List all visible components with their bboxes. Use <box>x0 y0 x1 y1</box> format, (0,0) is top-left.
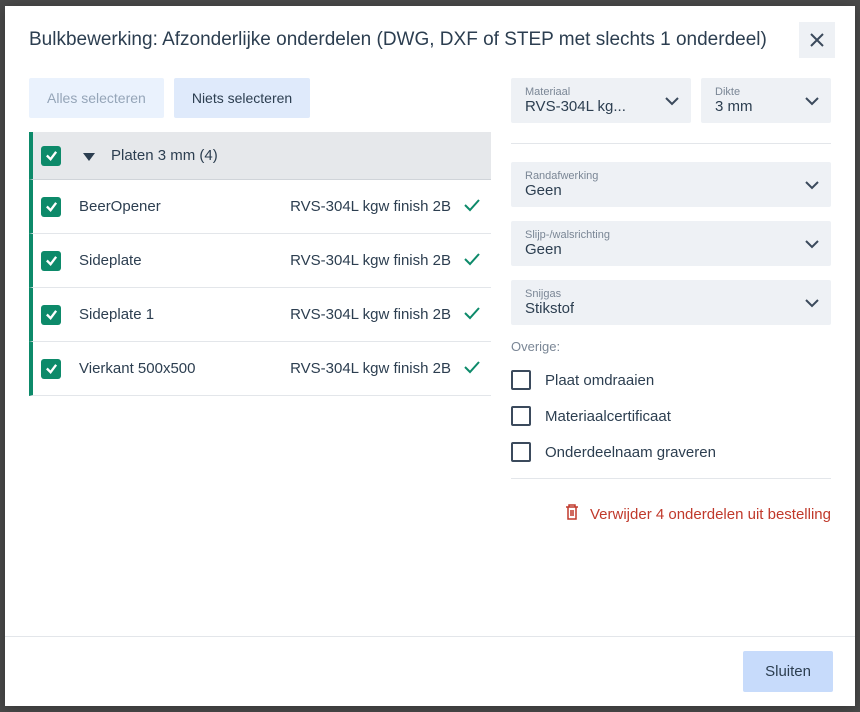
dialog-title: Bulkbewerking: Afzonderlijke onderdelen … <box>29 29 767 51</box>
checkmark-icon <box>45 149 58 162</box>
cutting-gas-select[interactable]: Snijgas Stikstof <box>511 280 831 325</box>
checkmark-icon <box>45 308 58 321</box>
material-cert-checkbox[interactable] <box>511 406 531 426</box>
part-material: RVS-304L kgw finish 2B <box>290 198 451 215</box>
delete-parts-button[interactable]: Verwijder 4 onderdelen uit bestelling <box>511 503 831 525</box>
select-none-button[interactable]: Niets selecteren <box>174 78 310 118</box>
group-checkbox[interactable] <box>41 146 61 166</box>
other-options-title: Overige: <box>511 339 831 354</box>
status-ok-icon <box>463 252 481 269</box>
chevron-down-icon <box>797 93 819 109</box>
material-value: RVS-304L kg... <box>525 98 626 115</box>
dialog-footer: Sluiten <box>5 636 855 706</box>
flip-plate-option[interactable]: Plaat omdraaien <box>511 370 831 390</box>
grind-value: Geen <box>525 241 610 258</box>
part-material: RVS-304L kgw finish 2B <box>290 306 451 323</box>
close-button[interactable]: Sluiten <box>743 651 833 692</box>
material-cert-option[interactable]: Materiaalcertificaat <box>511 406 831 426</box>
part-checkbox[interactable] <box>41 197 61 217</box>
caret-down-icon <box>83 153 95 161</box>
parts-column: Alles selecteren Niets selecteren Platen… <box>29 78 491 636</box>
thickness-value: 3 mm <box>715 98 753 115</box>
checkmark-icon <box>45 362 58 375</box>
edge-finish-select[interactable]: Randafwerking Geen <box>511 162 831 207</box>
part-checkbox[interactable] <box>41 305 61 325</box>
flip-plate-label: Plaat omdraaien <box>545 372 654 389</box>
status-ok-icon <box>463 306 481 323</box>
part-material: RVS-304L kgw finish 2B <box>290 360 451 377</box>
part-checkbox[interactable] <box>41 359 61 379</box>
close-icon <box>809 32 825 48</box>
gas-value: Stikstof <box>525 300 574 317</box>
part-name: Sideplate 1 <box>79 306 290 323</box>
thickness-select[interactable]: Dikte 3 mm <box>701 78 831 123</box>
close-icon-button[interactable] <box>799 22 835 58</box>
engrave-name-label: Onderdeelnaam graveren <box>545 444 716 461</box>
chevron-down-icon <box>805 177 819 193</box>
checkmark-icon <box>45 254 58 267</box>
grind-label: Slijp-/walsrichting <box>525 229 610 241</box>
chevron-down-icon <box>657 93 679 109</box>
select-all-button[interactable]: Alles selecteren <box>29 78 164 118</box>
status-ok-icon <box>463 198 481 215</box>
dialog-body: Alles selecteren Niets selecteren Platen… <box>5 78 855 636</box>
engrave-name-checkbox[interactable] <box>511 442 531 462</box>
group-header[interactable]: Platen 3 mm (4) <box>29 132 491 180</box>
part-name: BeerOpener <box>79 198 290 215</box>
chevron-down-icon <box>805 295 819 311</box>
engrave-name-option[interactable]: Onderdeelnaam graveren <box>511 442 831 462</box>
divider <box>511 478 831 479</box>
material-thickness-row: Materiaal RVS-304L kg... Dikte 3 mm <box>511 78 831 123</box>
part-row[interactable]: Sideplate 1 RVS-304L kgw finish 2B <box>29 288 491 342</box>
part-material: RVS-304L kgw finish 2B <box>290 252 451 269</box>
part-row[interactable]: Sideplate RVS-304L kgw finish 2B <box>29 234 491 288</box>
checkmark-icon <box>45 200 58 213</box>
group-title: Platen 3 mm (4) <box>111 147 218 164</box>
part-name: Sideplate <box>79 252 290 269</box>
part-row[interactable]: Vierkant 500x500 RVS-304L kgw finish 2B <box>29 342 491 396</box>
edge-label: Randafwerking <box>525 170 598 182</box>
edge-value: Geen <box>525 182 598 199</box>
divider <box>511 143 831 144</box>
properties-column: Materiaal RVS-304L kg... Dikte 3 mm Rand <box>511 78 831 636</box>
chevron-down-icon <box>805 236 819 252</box>
grind-direction-select[interactable]: Slijp-/walsrichting Geen <box>511 221 831 266</box>
delete-parts-label: Verwijder 4 onderdelen uit bestelling <box>590 506 831 523</box>
part-name: Vierkant 500x500 <box>79 360 290 377</box>
part-row[interactable]: BeerOpener RVS-304L kgw finish 2B <box>29 180 491 234</box>
collapse-toggle[interactable] <box>83 148 95 164</box>
dialog-header: Bulkbewerking: Afzonderlijke onderdelen … <box>5 6 855 78</box>
trash-icon <box>564 503 580 525</box>
selection-buttons: Alles selecteren Niets selecteren <box>29 78 491 118</box>
gas-label: Snijgas <box>525 288 574 300</box>
status-ok-icon <box>463 360 481 377</box>
material-cert-label: Materiaalcertificaat <box>545 408 671 425</box>
flip-plate-checkbox[interactable] <box>511 370 531 390</box>
part-checkbox[interactable] <box>41 251 61 271</box>
thickness-label: Dikte <box>715 86 753 98</box>
bulk-edit-dialog: Bulkbewerking: Afzonderlijke onderdelen … <box>5 6 855 706</box>
material-label: Materiaal <box>525 86 626 98</box>
material-select[interactable]: Materiaal RVS-304L kg... <box>511 78 691 123</box>
